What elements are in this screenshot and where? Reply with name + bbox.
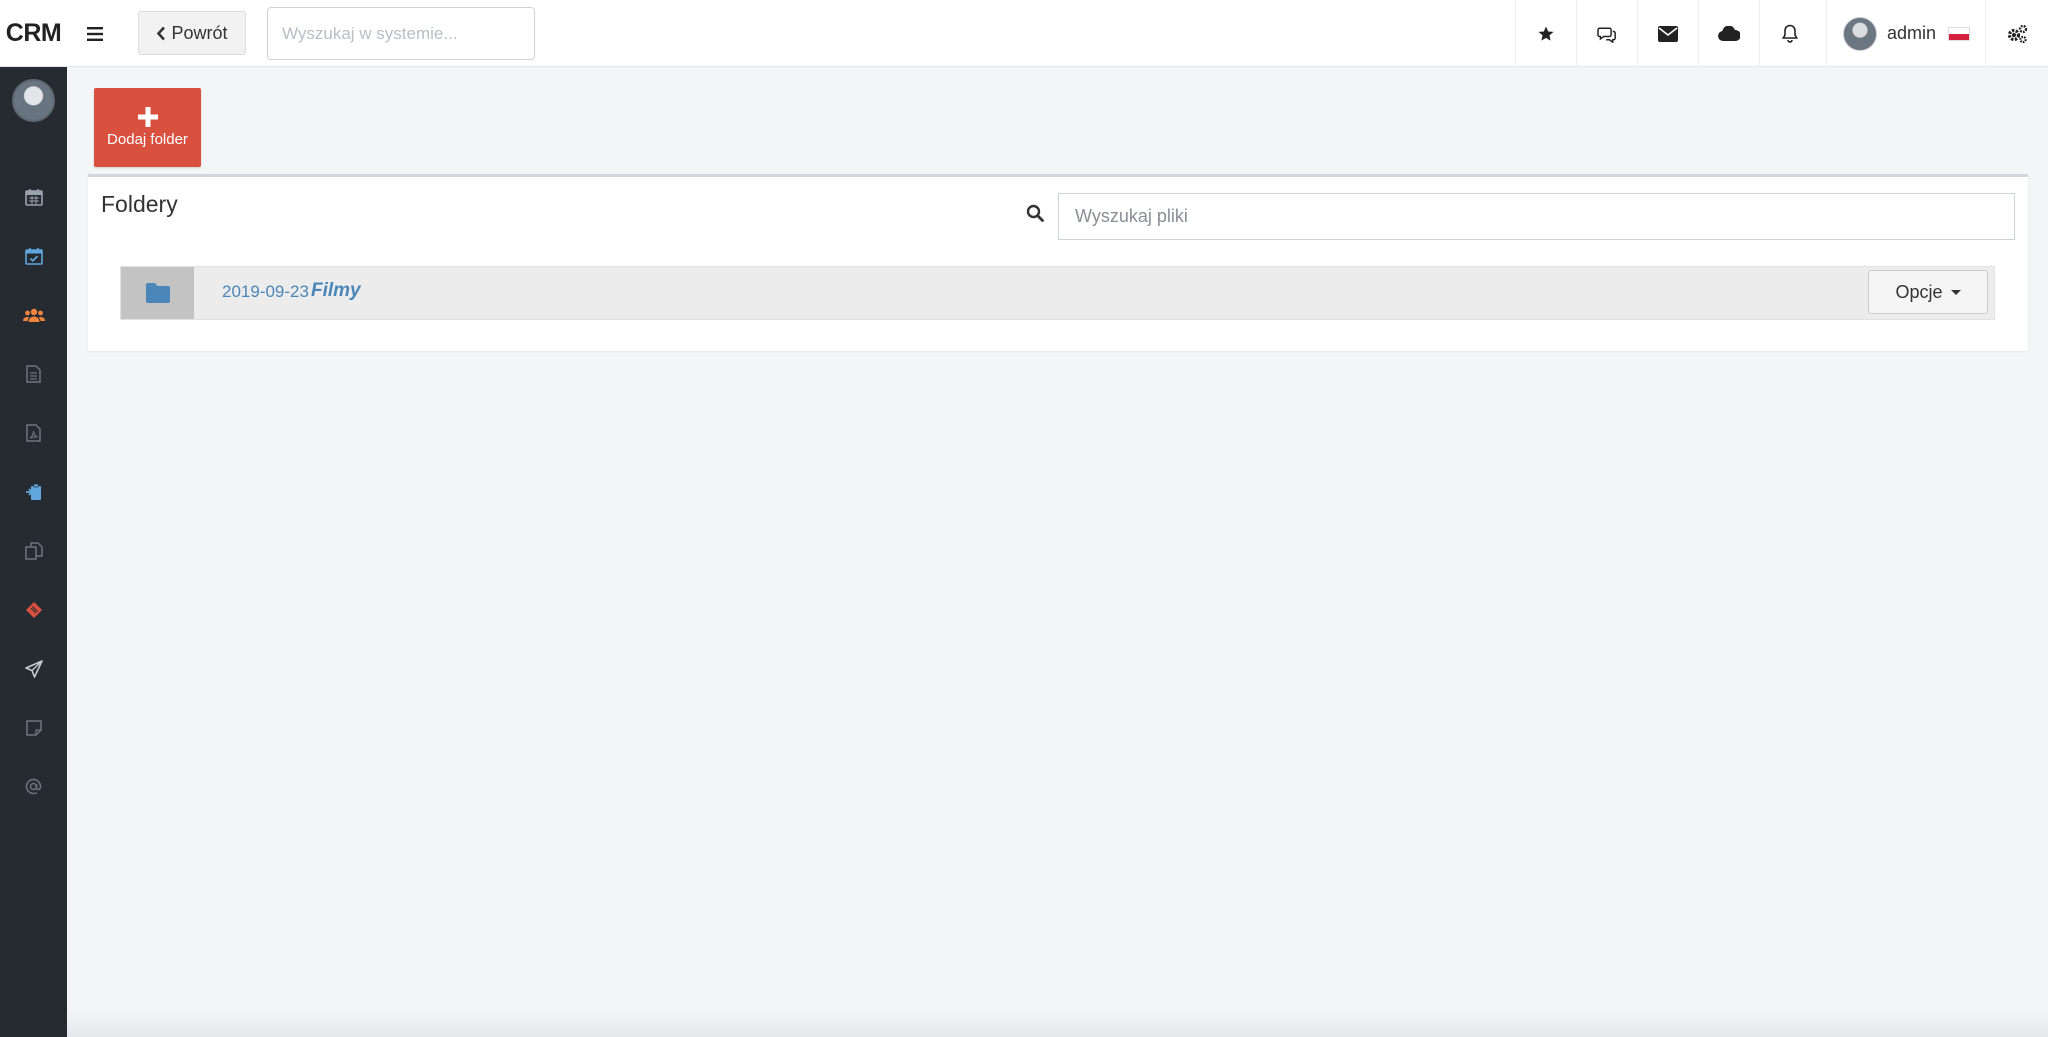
sidebar-item-clipboard[interactable] [0, 462, 67, 521]
sidebar-item-calendar[interactable] [0, 167, 67, 226]
cloud-icon [1718, 26, 1740, 41]
system-search-input[interactable] [267, 7, 535, 60]
options-label: Opcje [1895, 281, 1943, 302]
bottom-shadow [67, 1010, 2048, 1037]
bell-icon [1782, 24, 1798, 43]
add-folder-button[interactable]: Dodaj folder [94, 88, 201, 167]
calendar-icon [24, 188, 43, 206]
pdf-file-icon [26, 423, 41, 442]
sidebar-item-tickets[interactable] [0, 580, 67, 639]
sidebar-item-email[interactable] [0, 757, 67, 816]
folder-date: 2019-09-23 [222, 282, 309, 301]
clipboard-icon [25, 483, 41, 500]
hamburger-icon [86, 26, 103, 41]
mail-button[interactable] [1637, 0, 1698, 67]
plus-icon [137, 107, 158, 127]
favorites-button[interactable] [1515, 0, 1576, 67]
folder-name-link[interactable]: Filmy [311, 280, 361, 302]
top-bar: CRM Powrót admin [0, 0, 2048, 67]
sidebar-item-copies[interactable] [0, 521, 67, 580]
calendar-check-icon [24, 247, 43, 265]
list-item: 2019-09-23 Filmy Opcje [120, 266, 1995, 320]
gears-icon [2007, 24, 2028, 43]
page-title: Foldery [101, 191, 178, 217]
avatar [1843, 16, 1877, 51]
sidebar-item-send[interactable] [0, 639, 67, 698]
comments-icon [1597, 27, 1616, 43]
settings-button[interactable] [1985, 0, 2048, 67]
sidebar-item-documents[interactable] [0, 344, 67, 403]
file-search-input[interactable] [1058, 193, 2015, 240]
chevron-left-icon [157, 26, 166, 40]
poland-flag-icon [1948, 26, 1971, 41]
add-folder-label: Dodaj folder [107, 131, 188, 148]
options-dropdown-button[interactable]: Opcje [1868, 270, 1988, 314]
ticket-icon [25, 601, 42, 618]
sticky-note-icon [25, 719, 42, 736]
folders-panel: Foldery 2019-09-23 Filmy Opcje [88, 174, 2028, 351]
sidebar-item-tasks[interactable] [0, 226, 67, 285]
app-logo[interactable]: CRM [0, 0, 67, 67]
sidebar-item-notes[interactable] [0, 698, 67, 757]
sidebar-item-contacts[interactable] [0, 285, 67, 344]
menu-toggle-button[interactable] [67, 0, 122, 67]
sidebar [0, 67, 67, 1037]
user-name: admin [1887, 23, 1937, 43]
paper-plane-icon [24, 659, 43, 678]
messages-button[interactable] [1576, 0, 1637, 67]
cloud-button[interactable] [1698, 0, 1759, 67]
star-icon [1538, 26, 1554, 41]
notifications-button[interactable] [1759, 0, 1820, 67]
document-icon [26, 364, 41, 383]
envelope-icon [1658, 25, 1678, 42]
back-button-label: Powrót [171, 22, 228, 43]
folder-icon [145, 283, 170, 303]
user-menu[interactable]: admin [1826, 0, 1985, 67]
sidebar-avatar[interactable] [12, 79, 55, 122]
folder-thumbnail[interactable] [121, 267, 194, 319]
copy-icon [24, 541, 43, 560]
users-icon [22, 308, 45, 322]
search-icon [1026, 204, 1044, 222]
at-icon [25, 778, 42, 795]
caret-down-icon [1950, 289, 1961, 295]
back-button[interactable]: Powrót [138, 11, 246, 55]
sidebar-item-pdf[interactable] [0, 403, 67, 462]
